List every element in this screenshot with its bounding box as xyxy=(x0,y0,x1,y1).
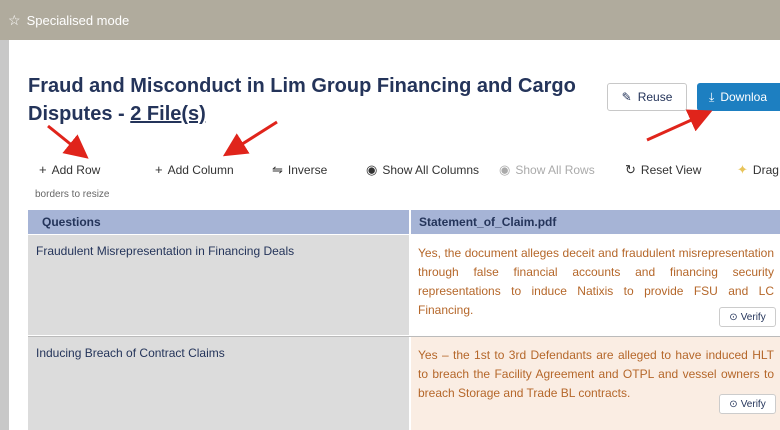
title-text: Fraud and Misconduct in Lim Group Financ… xyxy=(28,75,576,125)
inverse-label: Inverse xyxy=(287,163,328,177)
check-circle-icon: ⊙ xyxy=(729,311,738,323)
add-column-label: Add Column xyxy=(167,162,234,177)
verify-button[interactable]: ⊙ Verify xyxy=(719,394,776,414)
mode-label: Specialised mode xyxy=(26,12,130,28)
question-cell[interactable]: Fraudulent Misrepresentation in Financin… xyxy=(28,235,409,335)
star-icon: ☆ xyxy=(8,11,21,28)
reset-view-label: Reset View xyxy=(640,163,702,177)
show-all-columns-label: Show All Columns xyxy=(382,163,480,177)
add-column-button[interactable]: + Add Column xyxy=(155,162,234,177)
show-all-columns-button[interactable]: ◉ Show All Columns xyxy=(366,162,479,178)
show-all-rows-label: Show All Rows xyxy=(515,163,595,177)
answer-text: Yes – the 1st to 3rd Defendants are alle… xyxy=(418,348,774,400)
check-circle-icon: ⊙ xyxy=(729,398,738,410)
refresh-icon: ↻ xyxy=(625,162,636,177)
inverse-button[interactable]: ⇋ Inverse xyxy=(272,162,327,178)
download-icon: ⤓ xyxy=(709,89,715,104)
eye-icon: ◉ xyxy=(499,162,511,177)
plus-icon: + xyxy=(155,162,163,177)
download-label: Downloa xyxy=(720,90,768,104)
lightbulb-icon: ✦ xyxy=(737,162,748,177)
add-row-label: Add Row xyxy=(51,162,101,177)
reuse-button[interactable]: ✎ Reuse xyxy=(607,83,687,111)
pencil-icon: ✎ xyxy=(621,90,632,104)
specialised-mode-bar: ☆ Specialised mode xyxy=(0,0,780,40)
header-questions[interactable]: Questions xyxy=(28,210,409,234)
reuse-label: Reuse xyxy=(637,90,673,104)
plus-icon: + xyxy=(39,162,47,177)
download-button[interactable]: ⤓ Downloa xyxy=(697,83,780,111)
files-link[interactable]: 2 File(s) xyxy=(130,103,206,125)
verify-label: Verify xyxy=(740,398,766,410)
page-title: Fraud and Misconduct in Lim Group Financ… xyxy=(28,72,588,128)
drag-hint-label: Drag xyxy=(752,163,779,177)
main-panel: Fraud and Misconduct in Lim Group Financ… xyxy=(9,40,780,430)
verify-label: Verify xyxy=(740,311,766,323)
table-toolbar: + Add Row + Add Column ⇋ Inverse ◉ Show … xyxy=(9,162,780,182)
verify-button[interactable]: ⊙ Verify xyxy=(719,307,776,327)
swap-icon: ⇋ xyxy=(272,162,283,177)
eye-icon: ◉ xyxy=(366,162,378,177)
question-cell[interactable]: Inducing Breach of Contract Claims xyxy=(28,337,409,430)
header-statement-of-claim[interactable]: Statement_of_Claim.pdf xyxy=(411,210,780,234)
add-row-button[interactable]: + Add Row xyxy=(39,162,100,177)
reset-view-button[interactable]: ↻ Reset View xyxy=(625,162,701,178)
drag-hint: ✦ Drag xyxy=(737,162,779,178)
borders-hint: borders to resize xyxy=(35,189,110,200)
answer-cell[interactable]: Yes – the 1st to 3rd Defendants are alle… xyxy=(411,337,780,430)
show-all-rows-button[interactable]: ◉ Show All Rows xyxy=(499,162,595,178)
